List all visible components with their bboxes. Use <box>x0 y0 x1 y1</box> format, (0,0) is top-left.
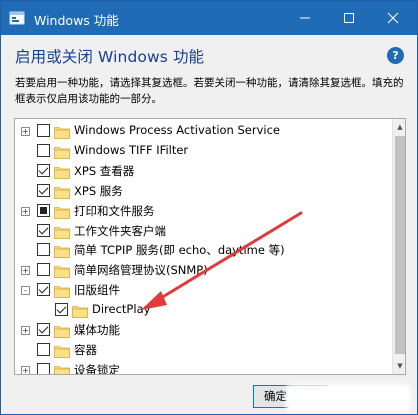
feature-label: 设备锁定 <box>74 362 120 375</box>
watermark-mask <box>289 387 407 409</box>
vertical-scrollbar[interactable]: ▲ ▼ <box>392 119 405 374</box>
feature-row[interactable]: DirectPlay <box>15 300 393 320</box>
feature-row[interactable]: 简单 TCPIP 服务(即 echo、daytime 等) <box>15 240 393 260</box>
feature-label: 简单 TCPIP 服务(即 echo、daytime 等) <box>74 243 285 258</box>
feature-checkbox[interactable] <box>37 143 50 157</box>
feature-checkbox[interactable] <box>37 223 50 237</box>
feature-row[interactable]: - 旧版组件 <box>15 280 393 300</box>
ok-button-label: 确定 <box>264 389 287 403</box>
feature-label: 旧版组件 <box>74 283 120 298</box>
feature-label: DirectPlay <box>92 302 151 317</box>
expand-icon[interactable]: + <box>21 365 30 374</box>
minimize-button[interactable] <box>283 1 327 35</box>
feature-row[interactable]: + 打印和文件服务 <box>15 201 393 221</box>
maximize-button[interactable] <box>327 1 371 35</box>
feature-label: 打印和文件服务 <box>74 203 155 218</box>
question-icon[interactable]: ? <box>387 47 404 64</box>
feature-checkbox[interactable] <box>37 183 50 197</box>
scrollbar-thumb[interactable] <box>395 136 405 354</box>
window-title: Windows 功能 <box>34 13 119 28</box>
expand-icon[interactable]: + <box>21 206 30 216</box>
folder-icon <box>54 363 70 374</box>
feature-row[interactable]: + Windows Process Activation Service <box>15 121 393 141</box>
feature-label: Windows TIFF IFilter <box>74 142 189 157</box>
feature-checkbox[interactable] <box>37 342 50 356</box>
dialog-description: 若要启用一种功能，请选择其复选框。若要关闭一种功能，请清除其复选框。填充的框表示… <box>15 77 404 105</box>
feature-checkbox[interactable] <box>37 124 50 137</box>
folder-icon <box>54 144 70 159</box>
feature-checkbox[interactable] <box>37 263 50 277</box>
collapse-icon[interactable]: - <box>21 286 30 296</box>
feature-label: 工作文件夹客户端 <box>74 223 166 238</box>
minimize-icon <box>300 17 310 19</box>
feature-row[interactable]: + 媒体功能 <box>15 320 393 340</box>
feature-checkbox[interactable] <box>37 203 50 217</box>
folder-icon <box>54 323 70 338</box>
maximize-icon <box>344 13 354 23</box>
folder-icon <box>54 164 70 179</box>
folder-icon <box>54 283 70 299</box>
feature-label: 媒体功能 <box>74 323 120 337</box>
feature-checkbox[interactable] <box>37 362 50 374</box>
expand-icon[interactable]: + <box>21 127 30 136</box>
feature-row[interactable]: + 简单网络管理协议(SNMP) <box>15 260 393 280</box>
folder-icon <box>54 343 70 358</box>
feature-row[interactable]: XPS 服务 <box>15 181 393 201</box>
feature-row[interactable]: + 设备锁定 <box>15 360 393 375</box>
expand-icon[interactable]: + <box>21 326 30 335</box>
folder-icon <box>54 184 70 199</box>
feature-label: Windows Process Activation Service <box>74 123 281 137</box>
feature-label: XPS 服务 <box>74 183 123 198</box>
feature-label: 容器 <box>74 342 97 357</box>
feature-checkbox[interactable] <box>37 323 50 336</box>
close-icon <box>387 12 399 24</box>
feature-label: XPS 查看器 <box>74 163 135 178</box>
feature-label: 简单网络管理协议(SNMP) <box>74 263 208 278</box>
scroll-down-arrow-icon[interactable]: ▼ <box>393 358 405 374</box>
feature-checkbox[interactable] <box>37 243 50 257</box>
title-bar[interactable]: Windows 功能 <box>1 1 417 35</box>
folder-icon <box>54 263 70 279</box>
feature-checkbox[interactable] <box>37 163 50 177</box>
windows-features-dialog: Windows 功能 启用或关闭 Windows 功能 ? 若要启用一种功能，请… <box>0 0 418 415</box>
dialog-heading: 启用或关闭 Windows 功能 <box>15 48 205 66</box>
windows-features-app-icon <box>9 11 25 25</box>
feature-row[interactable]: XPS 查看器 <box>15 161 393 181</box>
expand-icon[interactable]: + <box>21 266 30 276</box>
folder-icon <box>54 124 70 139</box>
folder-icon <box>72 303 88 318</box>
feature-tree[interactable]: + Windows Process Activation Service Windo… <box>14 118 406 375</box>
scroll-up-arrow-icon[interactable]: ▲ <box>393 119 405 135</box>
folder-icon <box>54 243 70 259</box>
feature-row[interactable]: Windows TIFF IFilter <box>15 141 393 161</box>
feature-row[interactable]: 容器 <box>15 340 393 360</box>
close-button[interactable] <box>371 1 415 35</box>
feature-row[interactable]: 工作文件夹客户端 <box>15 221 393 241</box>
feature-checkbox[interactable] <box>37 283 50 297</box>
feature-checkbox[interactable] <box>55 303 68 317</box>
folder-icon <box>54 224 70 239</box>
folder-icon <box>54 204 70 219</box>
